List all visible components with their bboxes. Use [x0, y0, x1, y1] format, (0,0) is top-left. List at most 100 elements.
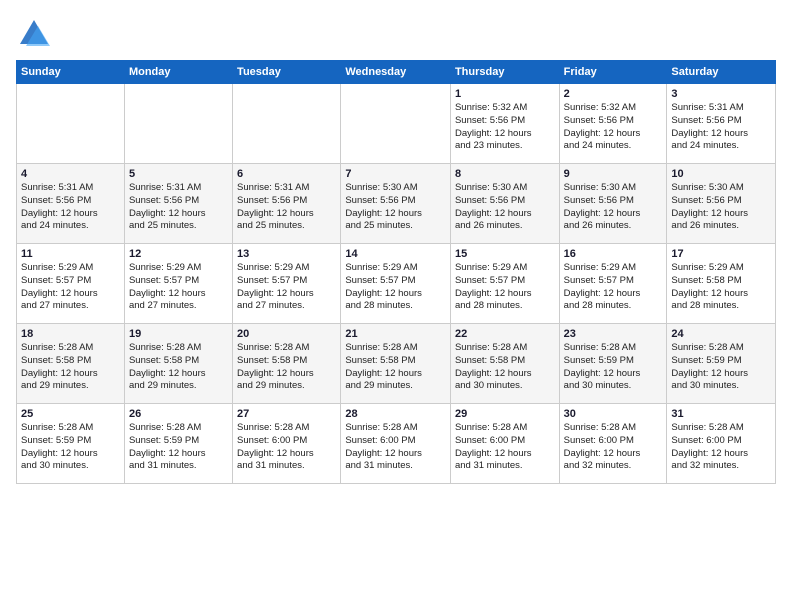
calendar-day-21: 21Sunrise: 5:28 AM Sunset: 5:58 PM Dayli… — [341, 324, 451, 404]
calendar-week-row: 18 Sunrise: 5:28 AM Sunset: 5:58 PM Dayli… — [17, 324, 776, 404]
day-info: Sunrise: 5:29 AM Sunset: 5:57 PM Dayligh… — [455, 262, 555, 313]
day-number: 22 — [455, 328, 555, 340]
calendar-day-15: 15 Sunrise: 5:29 AM Sunset: 5:57 PM Dayli… — [450, 244, 559, 324]
calendar-day-12: 12Sunrise: 5:29 AM Sunset: 5:57 PM Dayli… — [124, 244, 232, 324]
day-number: 4 — [21, 168, 120, 180]
calendar-day-17: 17Sunrise: 5:29 AM Sunset: 5:58 PM Dayli… — [667, 244, 776, 324]
calendar-header-row: SundayMondayTuesdayWednesdayThursdayFrid… — [17, 61, 776, 84]
day-header-saturday: Saturday — [667, 61, 776, 84]
day-info: Sunrise: 5:28 AM Sunset: 6:00 PM Dayligh… — [455, 422, 555, 473]
day-info: Sunrise: 5:30 AM Sunset: 5:56 PM Dayligh… — [671, 182, 771, 233]
calendar-day-27: 27Sunrise: 5:28 AM Sunset: 6:00 PM Dayli… — [233, 404, 341, 484]
calendar-day-9: 9Sunrise: 5:30 AM Sunset: 5:56 PM Daylig… — [559, 164, 667, 244]
calendar-day-7: 7 Sunrise: 5:30 AM Sunset: 5:56 PM Daylig… — [341, 164, 451, 244]
day-number: 29 — [455, 408, 555, 420]
calendar-day-5: 5Sunrise: 5:31 AM Sunset: 5:56 PM Daylig… — [124, 164, 232, 244]
day-number: 16 — [564, 248, 663, 260]
day-info: Sunrise: 5:28 AM Sunset: 5:59 PM Dayligh… — [21, 422, 120, 473]
day-number: 30 — [564, 408, 663, 420]
day-info: Sunrise: 5:31 AM Sunset: 5:56 PM Dayligh… — [237, 182, 336, 233]
calendar-table: SundayMondayTuesdayWednesdayThursdayFrid… — [16, 60, 776, 484]
calendar-day-10: 10 Sunrise: 5:30 AM Sunset: 5:56 PM Dayli… — [667, 164, 776, 244]
calendar-day-8: 8Sunrise: 5:30 AM Sunset: 5:56 PM Daylig… — [450, 164, 559, 244]
day-info: Sunrise: 5:28 AM Sunset: 6:00 PM Dayligh… — [345, 422, 446, 473]
day-header-sunday: Sunday — [17, 61, 125, 84]
day-info: Sunrise: 5:32 AM Sunset: 5:56 PM Dayligh… — [455, 102, 555, 153]
calendar-empty-cell — [233, 84, 341, 164]
day-number: 8 — [455, 168, 555, 180]
day-number: 7 — [345, 168, 446, 180]
day-header-thursday: Thursday — [450, 61, 559, 84]
calendar-day-28: 28 Sunrise: 5:28 AM Sunset: 6:00 PM Dayli… — [341, 404, 451, 484]
calendar-day-26: 26 Sunrise: 5:28 AM Sunset: 5:59 PM Dayli… — [124, 404, 232, 484]
day-info: Sunrise: 5:31 AM Sunset: 5:56 PM Dayligh… — [671, 102, 771, 153]
day-number: 28 — [345, 408, 446, 420]
calendar-day-16: 16Sunrise: 5:29 AM Sunset: 5:57 PM Dayli… — [559, 244, 667, 324]
day-number: 5 — [129, 168, 228, 180]
day-number: 23 — [564, 328, 663, 340]
day-number: 18 — [21, 328, 120, 340]
day-info: Sunrise: 5:30 AM Sunset: 5:56 PM Dayligh… — [564, 182, 663, 233]
day-info: Sunrise: 5:29 AM Sunset: 5:57 PM Dayligh… — [237, 262, 336, 313]
calendar-day-4: 4 Sunrise: 5:31 AM Sunset: 5:56 PM Daylig… — [17, 164, 125, 244]
day-number: 19 — [129, 328, 228, 340]
day-number: 26 — [129, 408, 228, 420]
day-info: Sunrise: 5:28 AM Sunset: 5:58 PM Dayligh… — [129, 342, 228, 393]
day-number: 10 — [671, 168, 771, 180]
calendar-day-13: 13 Sunrise: 5:29 AM Sunset: 5:57 PM Dayli… — [233, 244, 341, 324]
day-header-monday: Monday — [124, 61, 232, 84]
calendar-day-31: 31Sunrise: 5:28 AM Sunset: 6:00 PM Dayli… — [667, 404, 776, 484]
calendar-week-row: 11 Sunrise: 5:29 AM Sunset: 5:57 PM Dayli… — [17, 244, 776, 324]
day-info: Sunrise: 5:31 AM Sunset: 5:56 PM Dayligh… — [21, 182, 120, 233]
calendar-week-row: 25 Sunrise: 5:28 AM Sunset: 5:59 PM Dayli… — [17, 404, 776, 484]
day-info: Sunrise: 5:28 AM Sunset: 5:58 PM Dayligh… — [345, 342, 446, 393]
day-header-friday: Friday — [559, 61, 667, 84]
day-info: Sunrise: 5:32 AM Sunset: 5:56 PM Dayligh… — [564, 102, 663, 153]
day-info: Sunrise: 5:29 AM Sunset: 5:58 PM Dayligh… — [671, 262, 771, 313]
calendar-day-18: 18 Sunrise: 5:28 AM Sunset: 5:58 PM Dayli… — [17, 324, 125, 404]
calendar-week-row: 1 Sunrise: 5:32 AM Sunset: 5:56 PM Daylig… — [17, 84, 776, 164]
day-number: 6 — [237, 168, 336, 180]
day-number: 20 — [237, 328, 336, 340]
calendar-day-3: 3 Sunrise: 5:31 AM Sunset: 5:56 PM Daylig… — [667, 84, 776, 164]
calendar-empty-cell — [17, 84, 125, 164]
calendar-day-19: 19 Sunrise: 5:28 AM Sunset: 5:58 PM Dayli… — [124, 324, 232, 404]
calendar-day-2: 2 Sunrise: 5:32 AM Sunset: 5:56 PM Daylig… — [559, 84, 667, 164]
day-info: Sunrise: 5:29 AM Sunset: 5:57 PM Dayligh… — [345, 262, 446, 313]
logo — [16, 16, 56, 52]
day-header-wednesday: Wednesday — [341, 61, 451, 84]
day-info: Sunrise: 5:28 AM Sunset: 6:00 PM Dayligh… — [237, 422, 336, 473]
day-info: Sunrise: 5:28 AM Sunset: 6:00 PM Dayligh… — [671, 422, 771, 473]
day-number: 24 — [671, 328, 771, 340]
day-number: 2 — [564, 88, 663, 100]
page-header — [16, 16, 776, 52]
calendar-day-6: 6 Sunrise: 5:31 AM Sunset: 5:56 PM Daylig… — [233, 164, 341, 244]
day-info: Sunrise: 5:28 AM Sunset: 5:58 PM Dayligh… — [237, 342, 336, 393]
calendar-empty-cell — [124, 84, 232, 164]
day-info: Sunrise: 5:30 AM Sunset: 5:56 PM Dayligh… — [345, 182, 446, 233]
calendar-day-25: 25 Sunrise: 5:28 AM Sunset: 5:59 PM Dayli… — [17, 404, 125, 484]
day-info: Sunrise: 5:28 AM Sunset: 5:58 PM Dayligh… — [455, 342, 555, 393]
calendar-day-23: 23 Sunrise: 5:28 AM Sunset: 5:59 PM Dayli… — [559, 324, 667, 404]
calendar-day-24: 24 Sunrise: 5:28 AM Sunset: 5:59 PM Dayli… — [667, 324, 776, 404]
day-info: Sunrise: 5:28 AM Sunset: 5:59 PM Dayligh… — [564, 342, 663, 393]
calendar-day-1: 1 Sunrise: 5:32 AM Sunset: 5:56 PM Daylig… — [450, 84, 559, 164]
day-number: 1 — [455, 88, 555, 100]
day-number: 25 — [21, 408, 120, 420]
day-number: 12 — [129, 248, 228, 260]
day-info: Sunrise: 5:28 AM Sunset: 5:59 PM Dayligh… — [671, 342, 771, 393]
day-info: Sunrise: 5:28 AM Sunset: 6:00 PM Dayligh… — [564, 422, 663, 473]
logo-icon — [16, 16, 52, 52]
day-info: Sunrise: 5:28 AM Sunset: 5:58 PM Dayligh… — [21, 342, 120, 393]
calendar-day-29: 29 Sunrise: 5:28 AM Sunset: 6:00 PM Dayli… — [450, 404, 559, 484]
calendar-day-30: 30 Sunrise: 5:28 AM Sunset: 6:00 PM Dayli… — [559, 404, 667, 484]
day-number: 15 — [455, 248, 555, 260]
day-number: 11 — [21, 248, 120, 260]
calendar-day-14: 14Sunrise: 5:29 AM Sunset: 5:57 PM Dayli… — [341, 244, 451, 324]
calendar-day-20: 20 Sunrise: 5:28 AM Sunset: 5:58 PM Dayli… — [233, 324, 341, 404]
day-info: Sunrise: 5:29 AM Sunset: 5:57 PM Dayligh… — [21, 262, 120, 313]
day-header-tuesday: Tuesday — [233, 61, 341, 84]
day-number: 13 — [237, 248, 336, 260]
day-number: 3 — [671, 88, 771, 100]
day-info: Sunrise: 5:28 AM Sunset: 5:59 PM Dayligh… — [129, 422, 228, 473]
